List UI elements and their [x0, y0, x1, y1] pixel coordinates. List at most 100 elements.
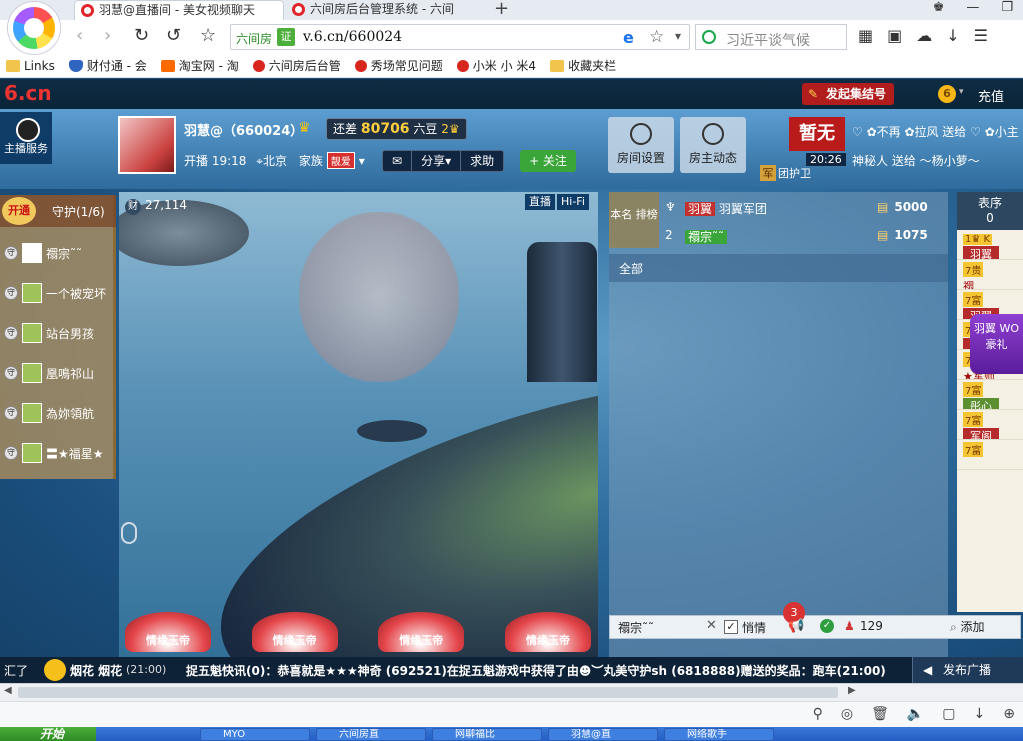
window-icon[interactable]: ▢ — [942, 706, 955, 722]
microphone-icon[interactable] — [121, 522, 137, 544]
search-input[interactable]: 习近平谈气候 — [726, 30, 810, 50]
tab-admin-system[interactable]: 六间房后台管理系统 - 六间 — [286, 0, 486, 20]
scroll-left-icon[interactable]: ◀ — [4, 685, 12, 696]
menu-hamburger-icon[interactable]: ☰ — [974, 26, 988, 45]
refresh-icon[interactable]: ↻ — [134, 25, 149, 46]
follow-button[interactable]: + 关注 — [520, 150, 576, 172]
gift-item[interactable]: 情缘玉帝 — [504, 612, 591, 652]
tab-live-room[interactable]: 羽慧@直播间 - 美女视频聊天 — [74, 0, 284, 20]
bookmark-item[interactable]: 财付通 - 会 — [68, 57, 147, 74]
horn-icon[interactable]: 📢 — [788, 619, 804, 634]
guard-item[interactable]: 守站台男孩 — [4, 313, 114, 353]
ranking-tab[interactable]: 本名 排榜 — [609, 192, 659, 248]
ie-mode-icon[interactable]: e — [623, 28, 634, 47]
guard-item[interactable]: 守〓★福星★ — [4, 433, 114, 473]
search-box[interactable]: 习近平谈气候 — [695, 24, 847, 50]
bookmark-item[interactable]: 淘宝网 - 淘 — [160, 57, 239, 74]
family-tag[interactable]: 靓爱 — [326, 152, 355, 169]
favorite-star-icon[interactable]: ☆ — [200, 25, 216, 46]
ranking-row[interactable]: 2 禤宗˜˜ 1075 — [665, 224, 945, 250]
check-icon[interactable]: ✓ — [820, 619, 834, 633]
taskbar-item[interactable]: 六间房直 — [316, 728, 426, 741]
horizontal-scrollbar[interactable]: ◀ ▶ — [0, 683, 1023, 701]
publish-broadcast-button[interactable]: 发布广播 — [912, 657, 1023, 683]
add-button[interactable]: 添加 — [950, 618, 985, 635]
gift-item[interactable]: 情缘玉帝 — [378, 612, 465, 652]
message-button[interactable]: ✉ — [383, 151, 413, 171]
seat-item[interactable]: 1♛ K 羽翼 — [957, 230, 1023, 260]
sound-icon[interactable]: 🔈 — [907, 706, 924, 722]
collect-button[interactable]: 发起集结号 — [802, 83, 895, 105]
hifi-badge[interactable]: Hi-Fi — [557, 194, 589, 210]
scroll-right-icon[interactable]: ▶ — [848, 685, 856, 696]
quiet-checkbox[interactable]: ✓ — [724, 620, 738, 634]
bookmark-star-icon[interactable]: ☆ — [649, 27, 664, 47]
help-button[interactable]: 求助 — [461, 151, 503, 171]
cloud-icon[interactable]: ☁ — [916, 26, 932, 45]
cert-badge[interactable]: 证 — [277, 28, 295, 46]
chat-target[interactable]: 禤宗˜˜ — [618, 619, 654, 636]
scrollbar-thumb[interactable] — [18, 687, 838, 698]
recharge-link[interactable]: 充值 — [978, 86, 1004, 105]
download-icon[interactable]: ↓ — [974, 706, 986, 722]
undo-icon[interactable]: ↺ — [166, 25, 181, 46]
address-bar[interactable]: 六间房 证 v.6.cn/660024 e ☆ ▾ — [230, 24, 690, 50]
site-logo[interactable]: 6.cn — [4, 81, 52, 105]
start-button[interactable]: 开始 — [0, 727, 96, 741]
taskbar-item[interactable]: MYO — [200, 728, 310, 741]
guard-item[interactable]: 守禤宗˜˜ — [4, 233, 114, 273]
seat-item[interactable]: 7贵禤 — [957, 260, 1023, 290]
guard-item[interactable]: 守為妳領航 — [4, 393, 114, 433]
pin-icon[interactable]: ⚲ — [813, 706, 823, 722]
minimize-icon[interactable]: — — [966, 0, 979, 15]
announce-message[interactable]: 捉五魁快讯(0)：恭喜就是★★★神奇 (692521)在捉五魁游戏中获得了由☻︶… — [186, 662, 906, 679]
chevron-down-icon[interactable]: ▾ — [675, 29, 681, 43]
download-icon[interactable]: ↓ — [946, 26, 959, 45]
seat-item[interactable]: 7富 — [957, 440, 1023, 470]
taskbar-item[interactable]: 网络歌手 — [664, 728, 774, 741]
guard-item[interactable]: 守凰鳴祁山 — [4, 353, 114, 393]
chevron-down-icon[interactable]: ▾ — [359, 154, 365, 168]
back-icon[interactable]: ‹ — [76, 25, 83, 46]
qq-service-button[interactable]: 主播服务 — [0, 112, 52, 164]
emoji-icon — [44, 659, 66, 681]
anchor-avatar[interactable] — [118, 116, 176, 174]
video-player[interactable]: 财 27,114 直播 Hi-Fi 情缘玉帝 情缘玉帝 情缘玉帝 情缘玉帝 — [119, 192, 598, 700]
screenshot-icon[interactable]: ▣ — [887, 26, 902, 45]
apps-grid-icon[interactable]: ▦ — [858, 26, 873, 45]
room-settings-button[interactable]: 房间设置 — [608, 117, 674, 173]
trash-icon[interactable]: 🗑 — [871, 706, 889, 722]
tab-all[interactable]: 全部 — [619, 260, 643, 277]
promo-banner[interactable]: 羽翼 WO 豪礼 — [970, 314, 1023, 374]
guard-item[interactable]: 守一个被宠坏 — [4, 273, 114, 313]
bookmark-item[interactable]: 收藏夹栏 — [550, 57, 616, 74]
url-text[interactable]: v.6.cn/660024 — [303, 29, 402, 45]
gift-item[interactable]: 情缘玉帝 — [125, 612, 211, 652]
menu-icon[interactable]: ♚ — [933, 0, 945, 15]
open-guard-button[interactable]: 开通 — [2, 197, 36, 225]
maximize-icon[interactable]: ❐ — [1001, 0, 1013, 15]
bookmark-item[interactable]: 六间房后台管 — [252, 57, 341, 74]
share-button[interactable]: 分享▾ — [412, 151, 462, 171]
bookmark-item[interactable]: Links — [6, 59, 55, 73]
bookmark-item[interactable]: 小米 小 米4 — [456, 57, 536, 74]
new-tab-button[interactable]: + — [494, 0, 509, 19]
anchor-name[interactable]: 羽慧@（660024） — [184, 120, 303, 139]
globe-icon[interactable]: ◎ — [841, 706, 853, 722]
coin-icon[interactable]: 6 — [938, 85, 956, 103]
seat-item[interactable]: 7富 军阁 — [957, 410, 1023, 440]
avatar — [22, 443, 42, 463]
guard-team-badge[interactable]: 军团护卫 — [760, 165, 811, 181]
bookmark-item[interactable]: 秀场常见问题 — [354, 57, 443, 74]
close-icon[interactable]: ✕ — [706, 618, 717, 633]
zoom-icon[interactable]: ⊕ — [1003, 706, 1015, 722]
seat-item[interactable]: 7富 彤心 — [957, 380, 1023, 410]
host-dynamic-button[interactable]: 房主动态 — [680, 117, 746, 173]
chevron-down-icon[interactable]: ▾ — [959, 87, 964, 97]
browser-logo-icon[interactable] — [8, 2, 60, 54]
taskbar-item[interactable]: 网聊福比 — [432, 728, 542, 741]
gift-item[interactable]: 情缘玉帝 — [251, 612, 338, 652]
taskbar-item[interactable]: 羽慧@直 — [548, 728, 658, 741]
forward-icon[interactable]: › — [104, 25, 111, 46]
ranking-row[interactable]: ♆ 羽翼 羽翼军团 5000 — [665, 196, 945, 222]
